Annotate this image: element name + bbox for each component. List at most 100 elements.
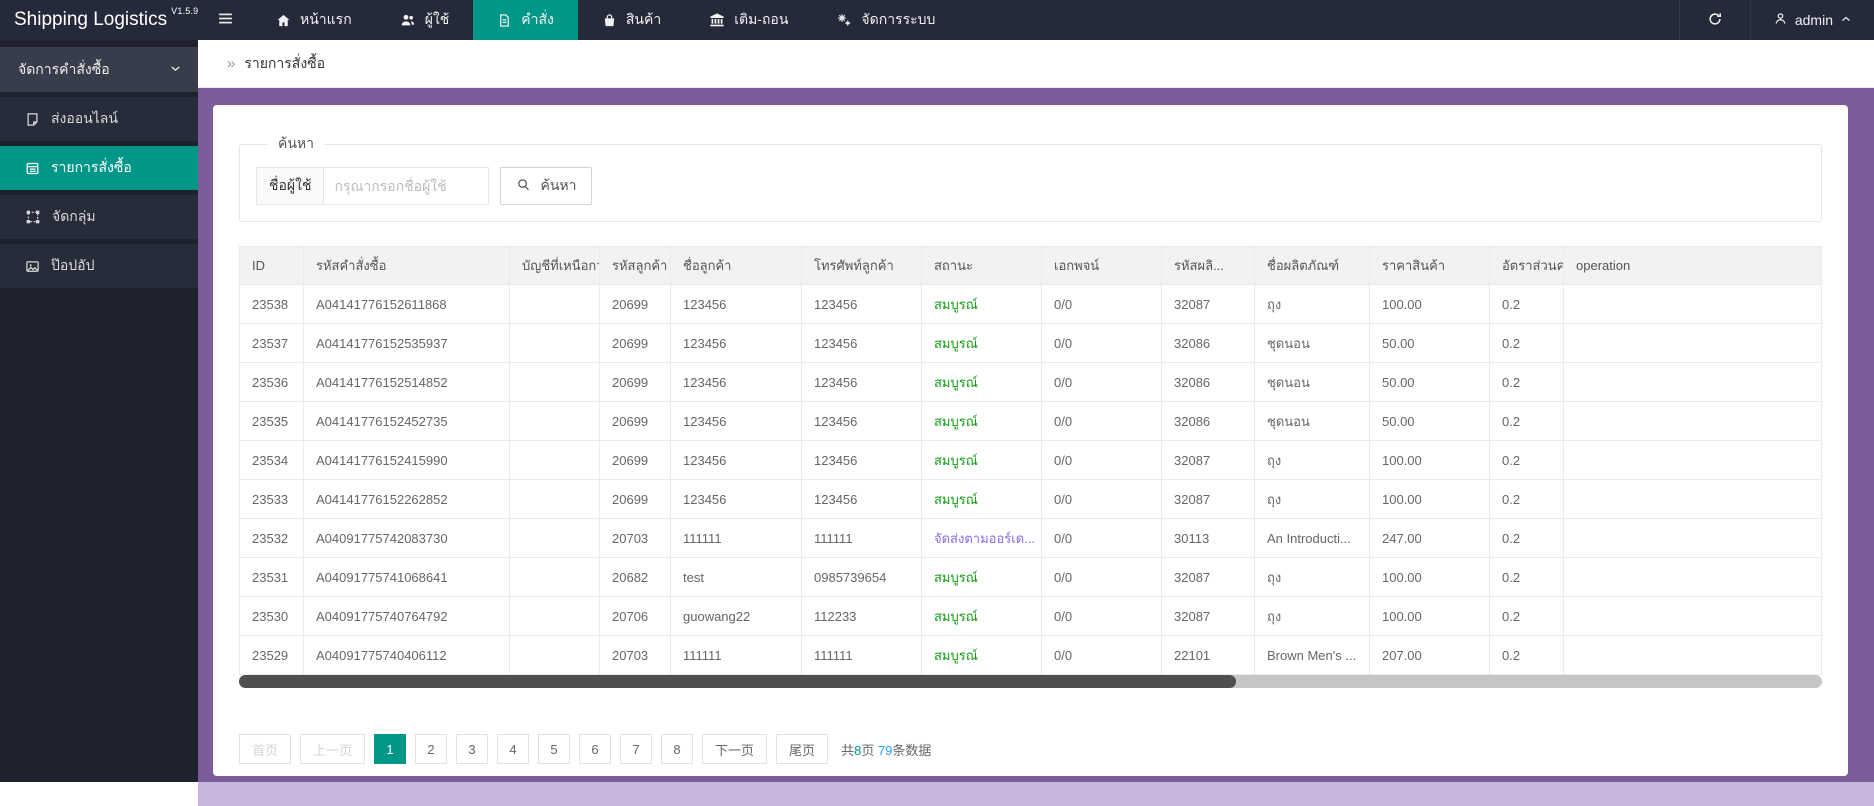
cell-operation — [1563, 557, 1822, 597]
cell-id: 23538 — [239, 284, 304, 324]
cell-customer_name: test — [670, 557, 802, 597]
sidebar-group-order-management[interactable]: จัดการคำสั่งซื้อ — [0, 47, 198, 92]
pagination-page-8[interactable]: 8 — [661, 734, 694, 764]
pagination-prev-button: 上一页 — [300, 734, 366, 764]
cell-docs: 0/0 — [1041, 596, 1162, 636]
table-row: 23538 A04141776152611868 20699 123456 123456… — [239, 284, 1822, 324]
cell-upper_account — [509, 596, 600, 636]
pagination-page-4[interactable]: 4 — [497, 734, 530, 764]
table-row: 23534 A04141776152415990 20699 123456 123456… — [239, 440, 1822, 480]
pagination-page-3[interactable]: 3 — [456, 734, 489, 764]
cell-price: 207.00 — [1369, 635, 1490, 675]
username-search-input[interactable] — [324, 167, 490, 205]
nav-item-label: คำสั่ง — [521, 11, 554, 27]
image-icon — [25, 259, 40, 274]
cell-customer_phone: 111111 — [801, 518, 922, 558]
search-panel-legend: ค้นหา — [278, 135, 315, 151]
refresh-icon — [1707, 11, 1723, 30]
breadcrumb-label: รายการสั่งซื้อ — [244, 54, 326, 71]
cell-customer_code: 20699 — [599, 323, 671, 363]
gears-icon — [836, 12, 852, 28]
table-row: 23537 A04141776152535937 20699 123456 123456… — [239, 323, 1822, 363]
app-window: Shipping Logistics V1.5.9 หน้าแรก ผู้ใช้ค… — [0, 0, 1874, 806]
cell-price: 100.00 — [1369, 557, 1490, 597]
content-background: ค้นหา ชื่อผู้ใช้ ค้นหา IDรหัสคำสั่ — [198, 88, 1874, 782]
table-header-row: IDรหัสคำสั่งซื้อบัญชีที่เหนือกว่ารหัสลูก… — [239, 246, 1822, 285]
column-header: รหัสคำสั่งซื้อ — [303, 246, 510, 285]
cell-customer_phone: 123456 — [801, 284, 922, 324]
search-button[interactable]: ค้นหา — [500, 167, 593, 205]
cell-price: 100.00 — [1369, 284, 1490, 324]
cell-status: สมบูรณ์ — [921, 401, 1042, 441]
cell-upper_account — [509, 557, 600, 597]
brand-name: Shipping Logistics — [14, 9, 168, 30]
cell-id: 23532 — [239, 518, 304, 558]
pagination-next-button[interactable]: 下一页 — [702, 734, 768, 764]
user-menu[interactable]: admin — [1749, 0, 1874, 40]
nav-item-หน้าแรก[interactable]: หน้าแรก — [252, 0, 376, 40]
column-header: ID — [239, 246, 304, 285]
sidebar-group-label: จัดการคำสั่งซื้อ — [18, 60, 110, 77]
cell-status: จัดส่งตามออร์เด... — [921, 518, 1042, 558]
sidebar-item-ส่งออนไลน์[interactable]: ส่งออนไลน์ — [0, 97, 198, 141]
sidebar-item-จัดกลุ่ม[interactable]: จัดกลุ่ม — [0, 195, 198, 239]
cell-customer_code: 20706 — [599, 596, 671, 636]
cell-product_code: 32087 — [1161, 557, 1255, 597]
nav-item-label: เติม-ถอน — [734, 11, 789, 27]
sidebar-item-label: จัดกลุ่ม — [52, 208, 96, 224]
cell-id: 23537 — [239, 323, 304, 363]
nav-item-จัดการระบบ[interactable]: จัดการระบบ — [812, 0, 959, 40]
cell-product_name: ถุง — [1254, 596, 1370, 636]
cell-price: 100.00 — [1369, 479, 1490, 519]
cell-docs: 0/0 — [1041, 284, 1162, 324]
nav-item-คำสั่ง[interactable]: คำสั่ง — [473, 0, 578, 40]
nav-item-สินค้า[interactable]: สินค้า — [578, 0, 685, 40]
pagination-last-button[interactable]: 尾页 — [776, 734, 829, 764]
sidebar-item-รายการสั่งซื้อ[interactable]: รายการสั่งซื้อ — [0, 146, 198, 190]
pagination-page-6[interactable]: 6 — [579, 734, 612, 764]
nav-item-ผู้ใช้[interactable]: ผู้ใช้ — [376, 0, 474, 40]
cell-upper_account — [509, 323, 600, 363]
cell-status: สมบูรณ์ — [921, 596, 1042, 636]
cell-order_code: A04141776152415990 — [303, 440, 510, 480]
pagination-page-1[interactable]: 1 — [374, 734, 407, 764]
cell-price: 100.00 — [1369, 596, 1490, 636]
table-row: 23536 A04141776152514852 20699 123456 123456… — [239, 362, 1822, 402]
main-content: » รายการสั่งซื้อ ค้นหา ชื่อผู้ใช้ ค้นหา — [198, 40, 1874, 806]
pagination-first-button: 首页 — [239, 734, 292, 764]
pagination-page-5[interactable]: 5 — [538, 734, 571, 764]
sidebar-item-ป๊อปอัป[interactable]: ป๊อปอัป — [0, 244, 198, 288]
cell-customer_code: 20699 — [599, 284, 671, 324]
cell-customer_code: 20699 — [599, 362, 671, 402]
cell-order_code: A04091775740764792 — [303, 596, 510, 636]
pagination-page-7[interactable]: 7 — [620, 734, 653, 764]
pagination-summary-part: 页 — [861, 742, 878, 758]
cell-status: สมบูรณ์ — [921, 362, 1042, 402]
orders-card: ค้นหา ชื่อผู้ใช้ ค้นหา IDรหัสคำสั่ — [213, 105, 1848, 776]
navbar-right: admin — [1678, 0, 1874, 40]
cell-customer_name: 111111 — [670, 518, 802, 558]
cell-status: สมบูรณ์ — [921, 323, 1042, 363]
cell-ratio: 0.2 — [1489, 284, 1564, 324]
file-icon — [497, 13, 512, 28]
username-field-label: ชื่อผู้ใช้ — [256, 167, 325, 205]
cell-product_code: 32087 — [1161, 596, 1255, 636]
caret-up-icon — [1840, 12, 1852, 28]
cell-operation — [1563, 362, 1822, 402]
cell-customer_code: 20703 — [599, 635, 671, 675]
cell-customer_code: 20699 — [599, 479, 671, 519]
cell-docs: 0/0 — [1041, 635, 1162, 675]
column-header: ชื่อผลิตภัณฑ์ — [1254, 246, 1370, 285]
nav-item-เติม-ถอน[interactable]: เติม-ถอน — [685, 0, 812, 40]
cell-ratio: 0.2 — [1489, 557, 1564, 597]
cell-order_code: A04141776152535937 — [303, 323, 510, 363]
pagination-page-2[interactable]: 2 — [415, 734, 448, 764]
refresh-button[interactable] — [1678, 0, 1750, 40]
nav-item-label: ผู้ใช้ — [424, 11, 450, 27]
cell-operation — [1563, 323, 1822, 363]
chevron-down-icon — [169, 62, 182, 78]
horizontal-scrollbar-thumb[interactable] — [239, 675, 1237, 688]
cell-id: 23531 — [239, 557, 304, 597]
sidebar-collapse-toggle[interactable] — [198, 0, 252, 40]
cell-product_name: ชุดนอน — [1254, 401, 1370, 441]
